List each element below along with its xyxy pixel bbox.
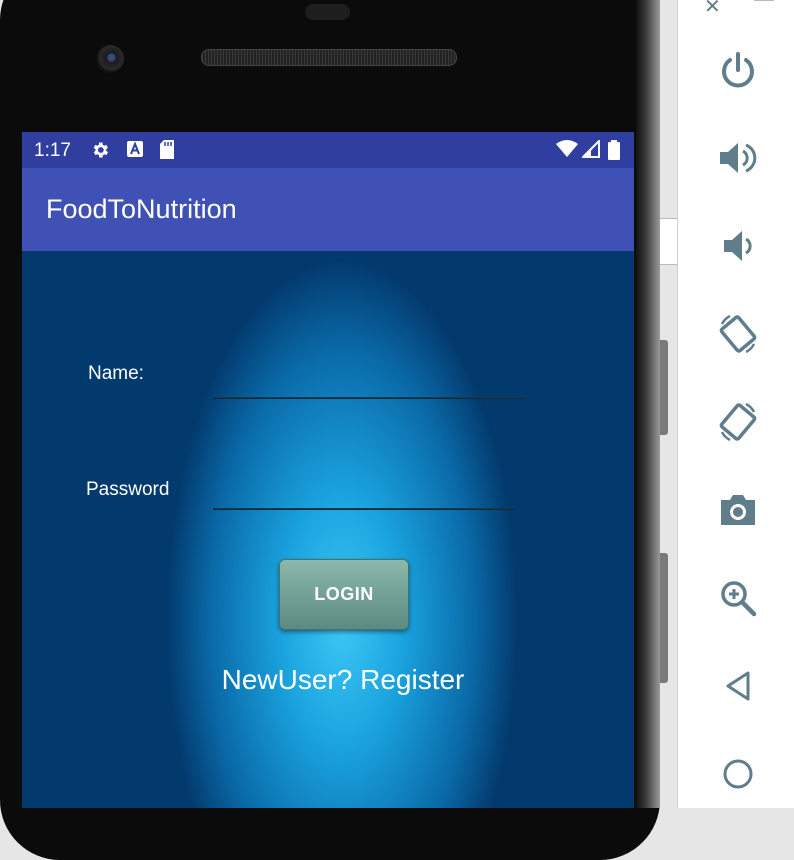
rotate-right-icon[interactable] xyxy=(714,398,762,446)
sd-card-icon xyxy=(159,140,175,164)
login-screen: Name: Password LOGIN NewUser? Register xyxy=(22,251,634,808)
app-title: FoodToNutrition xyxy=(46,194,237,224)
volume-down-icon[interactable] xyxy=(714,222,762,270)
device-screen: 1:17 FoodToNutrition Name: Password LOGI… xyxy=(22,132,634,808)
background-window-strip xyxy=(660,218,678,265)
phone-notch xyxy=(305,4,350,20)
password-label: Password xyxy=(86,479,170,500)
status-bar: 1:17 xyxy=(22,132,634,168)
volume-up-icon[interactable] xyxy=(714,134,762,182)
home-icon[interactable] xyxy=(714,750,762,798)
back-icon[interactable] xyxy=(714,662,762,710)
login-button[interactable]: LOGIN xyxy=(279,559,409,630)
front-camera xyxy=(96,45,124,73)
emulator-control-panel: ✕ — xyxy=(677,0,794,808)
signal-icon xyxy=(580,138,600,163)
battery-icon xyxy=(608,140,620,165)
phone-side-button xyxy=(660,340,668,435)
minimize-icon[interactable]: — xyxy=(754,0,774,11)
phone-edge xyxy=(636,0,660,808)
zoom-icon[interactable] xyxy=(714,574,762,622)
font-a-icon xyxy=(126,140,144,163)
status-time: 1:17 xyxy=(34,140,71,161)
rotate-left-icon[interactable] xyxy=(714,310,762,358)
earpiece-speaker xyxy=(201,49,457,66)
register-link[interactable]: NewUser? Register xyxy=(22,664,634,696)
camera-icon[interactable] xyxy=(714,486,762,534)
wifi-icon xyxy=(556,140,578,163)
app-bar: FoodToNutrition xyxy=(22,168,634,251)
password-input[interactable] xyxy=(213,508,514,510)
phone-side-button xyxy=(660,553,668,683)
power-icon[interactable] xyxy=(714,46,762,94)
name-input[interactable] xyxy=(213,397,525,399)
close-icon[interactable]: ✕ xyxy=(704,0,721,19)
name-label: Name: xyxy=(88,363,144,384)
settings-icon xyxy=(90,140,110,165)
